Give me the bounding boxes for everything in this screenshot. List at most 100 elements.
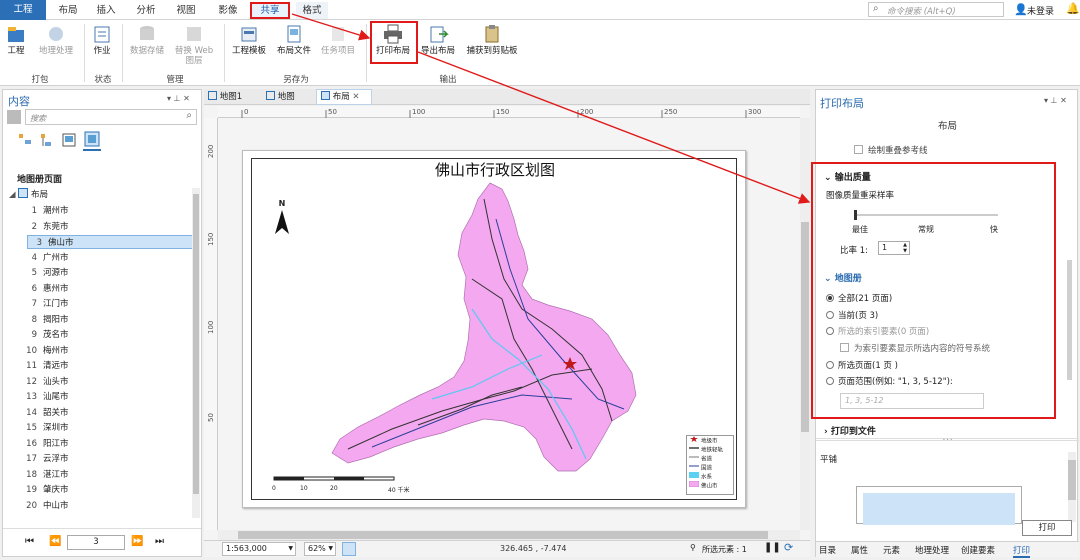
layout-page: 佛山市行政区划图 N 0 10 20 40 千米 地级市 地铁轻轨 省道 国道 … xyxy=(242,150,746,508)
list-item[interactable]: 3 佛山市 xyxy=(27,235,193,249)
status-bar: 1:563,000 ▼ 62% ▼ 326.465 , -7.474 ⚲ 所选元素 … xyxy=(204,540,810,557)
legend-label: 地级市 xyxy=(701,438,718,445)
list-item[interactable]: 7 江门市 xyxy=(23,297,69,311)
tile-label: 平铺 xyxy=(820,455,838,465)
list-item[interactable]: 5 河源市 xyxy=(23,266,69,280)
splitter[interactable]: • • • xyxy=(816,438,1079,442)
ruler-label: 150 xyxy=(207,233,215,246)
canvas-hscroll-thumb[interactable] xyxy=(238,531,768,539)
bottom-tab[interactable]: 目录 xyxy=(819,544,836,556)
contents-search[interactable]: 搜索 ⌕ xyxy=(25,109,197,125)
tab-analysis[interactable]: 分析 xyxy=(130,2,162,19)
tab-layout[interactable]: 布局 xyxy=(52,2,84,19)
list-item[interactable]: 2 东莞市 xyxy=(23,220,69,234)
canvas-vscroll[interactable] xyxy=(800,118,810,530)
list-item[interactable]: 15 深圳市 xyxy=(23,421,68,435)
contents-search-input[interactable]: 搜索 xyxy=(30,113,46,124)
layout-file-button[interactable]: 布局文件 xyxy=(274,24,314,56)
canvas-hscroll[interactable] xyxy=(218,530,800,540)
foshan-map xyxy=(331,182,637,472)
project-button[interactable]: 工程 xyxy=(2,24,30,56)
zoom-dropdown[interactable]: 62% ▼ xyxy=(304,542,336,556)
print-to-file-header[interactable]: › 打印到文件 xyxy=(824,424,876,437)
tab-imagery[interactable]: 影像 xyxy=(212,2,244,19)
datastore-button[interactable]: 数据存储 xyxy=(126,24,168,56)
print-button[interactable]: 打印 xyxy=(1022,520,1072,536)
list-item[interactable]: 9 茂名市 xyxy=(23,328,69,342)
tab-layout-view[interactable]: 布局 ✕ xyxy=(316,89,372,105)
list-item[interactable]: 18 湛江市 xyxy=(23,468,68,482)
list-item[interactable]: 16 阳江市 xyxy=(23,437,68,451)
bottom-tab[interactable]: 元素 xyxy=(883,544,900,556)
replace-web-layer-button[interactable]: 替换 Web 图层 xyxy=(170,24,218,66)
list-scroll-thumb[interactable] xyxy=(193,194,199,494)
expand-icon[interactable]: ◢ xyxy=(9,190,16,200)
pane-options-icon[interactable]: ▾ ⊥ ✕ xyxy=(167,94,190,103)
pane-right-thumb[interactable] xyxy=(1067,260,1072,380)
list-item[interactable]: 20 中山市 xyxy=(23,499,68,513)
tab-view[interactable]: 视图 xyxy=(170,2,202,19)
pane-scroll-thumb[interactable] xyxy=(1068,460,1076,500)
last-page-icon[interactable]: ⏭ xyxy=(155,536,164,547)
first-page-icon[interactable]: ⏮ xyxy=(25,536,34,547)
prev-page-icon[interactable]: ⏪ xyxy=(49,536,61,547)
command-search-input[interactable]: 命令搜索 (Alt+Q) xyxy=(887,5,956,17)
page-list: 1 潮州市 2 东莞市 3 佛山市 4 广州市 5 河源市 6 惠州市 7 江门市 8 揭阳市 9 茂名市 10 梅州… xyxy=(3,204,193,514)
next-page-icon[interactable]: ⏩ xyxy=(131,536,143,547)
scale-dropdown[interactable]: 1:563,000 ▼ xyxy=(222,542,296,556)
map-frame[interactable]: 佛山市行政区划图 N 0 10 20 40 千米 地级市 地铁轻轨 省道 国道 … xyxy=(251,158,737,500)
tab-map1[interactable]: 地图1 xyxy=(208,90,248,104)
fixed-zoom-icon[interactable] xyxy=(342,542,356,556)
page-name: 汕尾市 xyxy=(43,392,69,402)
list-item[interactable]: 1 潮州市 xyxy=(23,204,69,218)
canvas-vscroll-thumb[interactable] xyxy=(801,222,809,432)
list-item[interactable]: 8 揭阳市 xyxy=(23,313,69,327)
job-button[interactable]: 作业 xyxy=(88,24,116,56)
scale-bar: 0 10 20 40 千米 xyxy=(272,475,422,495)
bell-icon[interactable]: 🔔 xyxy=(1066,2,1080,15)
project-template-button[interactable]: 工程模板 xyxy=(228,24,270,56)
task-item-button[interactable]: 任务项目 xyxy=(318,24,358,56)
close-icon[interactable]: ✕ xyxy=(352,92,359,102)
bottom-tab[interactable]: 地理处理 xyxy=(915,544,949,556)
page-name: 汕头市 xyxy=(43,376,69,387)
datastore-icon xyxy=(136,24,158,44)
capture-clipboard-button[interactable]: 捕获到剪贴板 xyxy=(462,24,522,56)
bottom-tab[interactable]: 属性 xyxy=(851,544,868,556)
layout-root[interactable]: ◢ 布局 xyxy=(9,188,48,200)
tab-map[interactable]: 地图 xyxy=(266,90,300,104)
list-item[interactable]: 12 汕头市 xyxy=(23,375,69,389)
list-scrollbar[interactable] xyxy=(192,188,200,518)
list-item[interactable]: 4 广州市 xyxy=(23,251,69,265)
collapse-icon[interactable] xyxy=(7,110,21,124)
list-item[interactable]: 19 肇庆市 xyxy=(23,483,68,497)
ruler-label: 50 xyxy=(207,413,215,422)
tab-format[interactable]: 格式 xyxy=(296,2,328,19)
pane-right-scroll[interactable] xyxy=(1064,100,1074,380)
chevron-down-icon: ▼ xyxy=(328,545,333,552)
list-item[interactable]: 17 云浮市 xyxy=(23,452,68,466)
refresh-icon[interactable]: ⟳ xyxy=(784,541,793,554)
bottom-tab[interactable]: 打印 xyxy=(1013,544,1031,558)
geoprocess-label: 地理处理 xyxy=(38,46,73,56)
layout-canvas[interactable]: 0 50 100 150 200 250 300 200 150 100 50 佛山市行政区划图 … xyxy=(204,106,810,540)
tab-share[interactable]: 共享 xyxy=(250,2,290,19)
sign-in-link[interactable]: 未登录 xyxy=(1027,4,1054,17)
tab-project[interactable]: 工程 xyxy=(0,0,46,20)
export-layout-button[interactable]: 导出布局 xyxy=(418,24,458,56)
list-item[interactable]: 13 汕尾市 xyxy=(23,390,69,404)
bottom-tab[interactable]: 创建要素 xyxy=(961,544,995,556)
checkbox[interactable] xyxy=(854,145,863,154)
ribbon: 工程 地理处理 作业 数据存储 替换 Web 图层 工程模板 布局文件 任务项目… xyxy=(0,20,1080,86)
page-number-input[interactable]: 3 xyxy=(67,535,125,550)
list-item[interactable]: 10 梅州市 xyxy=(23,344,68,358)
overlay-reference-option[interactable]: 绘制重叠参考线 xyxy=(854,144,928,156)
command-search[interactable]: ⌕ 命令搜索 (Alt+Q) xyxy=(868,2,1004,17)
list-item[interactable]: 14 韶关市 xyxy=(23,406,68,420)
geoprocessing-package-button[interactable]: 地理处理 xyxy=(36,24,76,56)
list-item[interactable]: 11 清远市 xyxy=(23,359,68,373)
pane-scrollbar[interactable] xyxy=(1068,452,1076,522)
tab-insert[interactable]: 插入 xyxy=(90,2,122,19)
list-item[interactable]: 6 惠州市 xyxy=(23,282,69,296)
pause-icon[interactable]: ❚❚ xyxy=(764,542,781,553)
